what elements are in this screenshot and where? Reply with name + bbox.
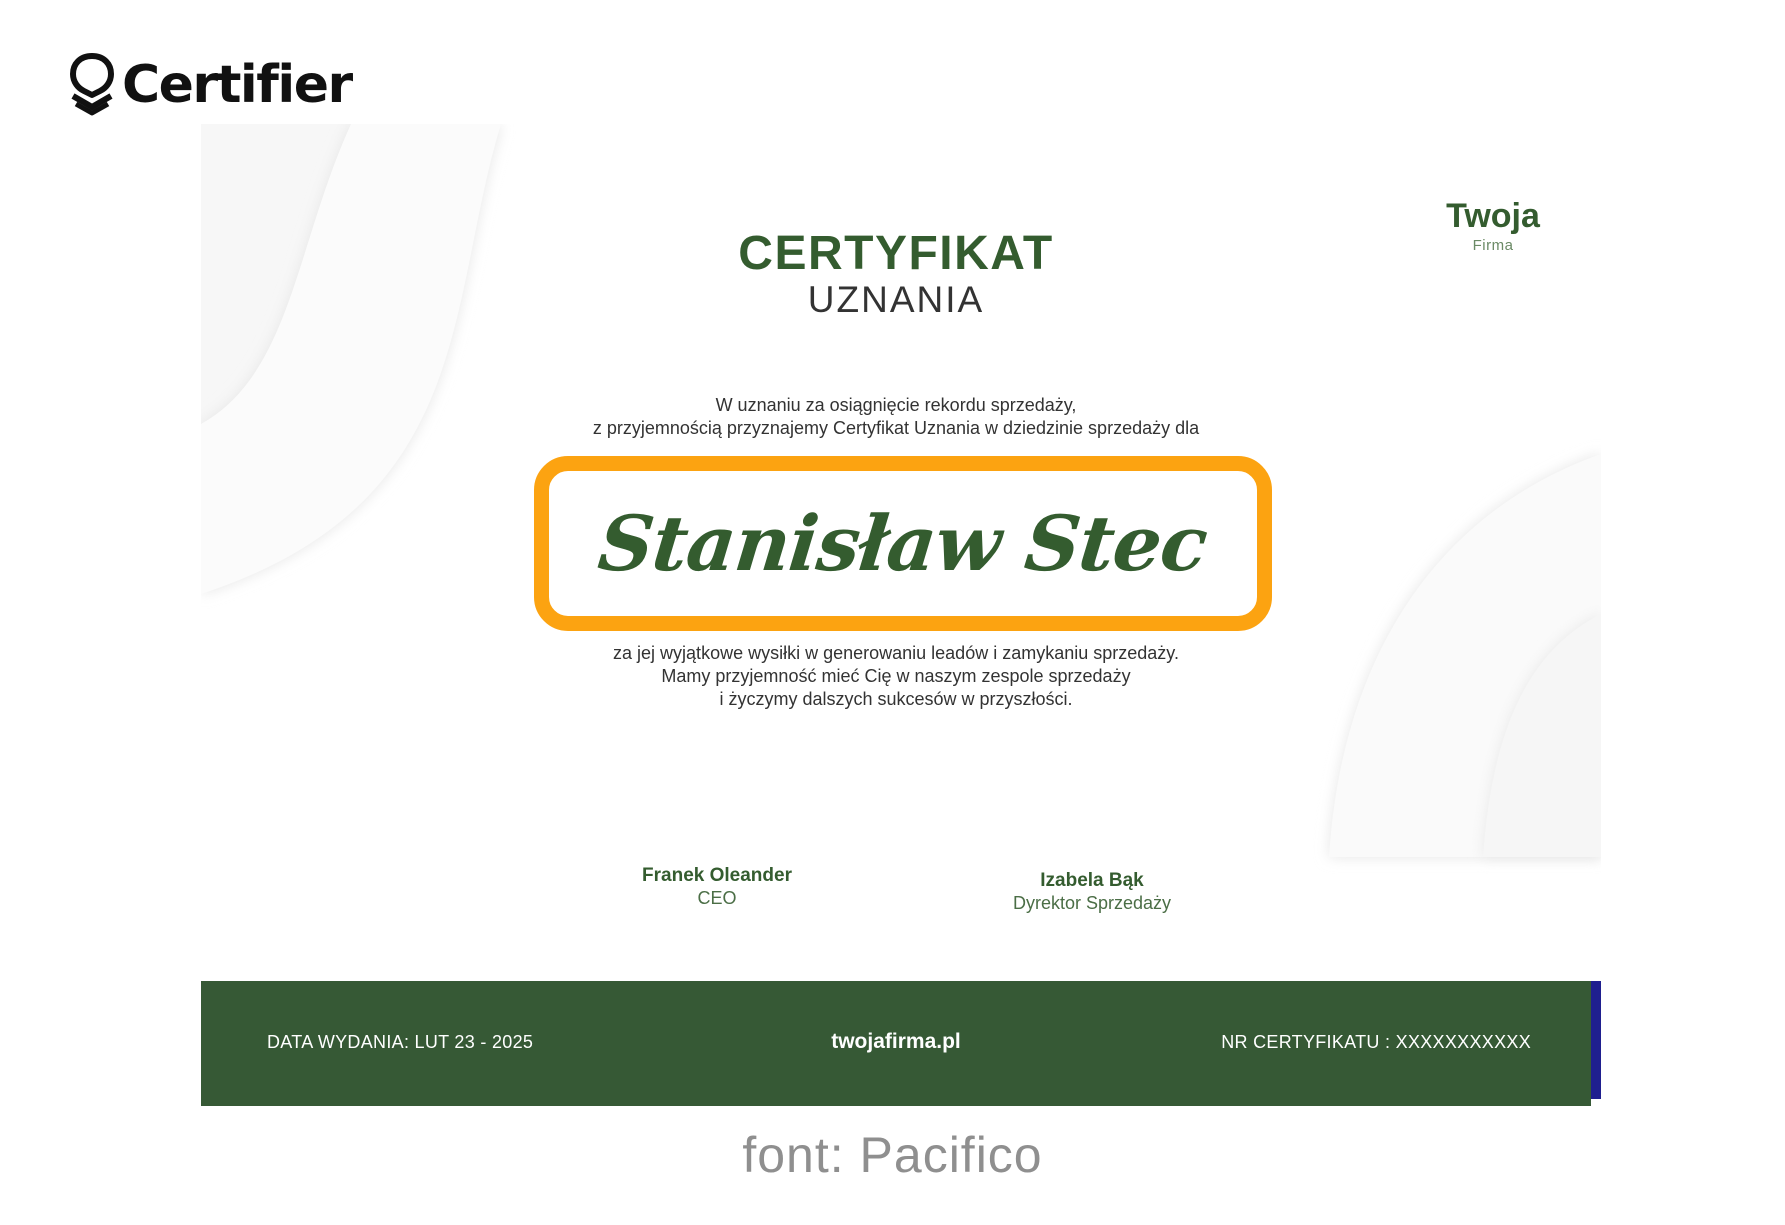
body-text: za jej wyjątkowe wysiłki w generowaniu l… <box>201 642 1591 711</box>
certifier-shield-icon <box>70 53 114 116</box>
title-sub: UZNANIA <box>807 278 985 320</box>
logo-text: Certifier <box>122 55 353 115</box>
body-line-1: za jej wyjątkowe wysiłki w generowaniu l… <box>613 643 1179 663</box>
certificate-number: NR CERTYFIKATU : XXXXXXXXXXX <box>1221 1032 1531 1052</box>
signer-name: Franek Oleander <box>642 865 792 886</box>
title-main: CERTYFIKAT <box>738 227 1054 280</box>
recipient-highlight-box: Stanisław Stec <box>534 456 1272 631</box>
intro-line-2: z przyjemnością przyznajemy Certyfikat U… <box>592 418 1200 438</box>
body-line-2: Mamy przyjemność mieć Cię w naszym zespo… <box>661 666 1131 686</box>
certificate: Twoja Firma CERTYFIKAT UZNANIA W uznaniu… <box>201 124 1601 1106</box>
font-caption: font: Pacifico <box>742 1127 1043 1183</box>
signature-ceo: Franek Oleander CEO <box>557 864 877 910</box>
intro-line-1: W uznaniu za osiągnięcie rekordu sprzeda… <box>715 395 1077 415</box>
signer-role: CEO <box>697 888 737 908</box>
signer-name: Izabela Bąk <box>1040 870 1144 891</box>
footer-accent-bar <box>1591 981 1601 1099</box>
signature-sales-director: Izabela Bąk Dyrektor Sprzedaży <box>932 869 1252 915</box>
intro-text: W uznaniu za osiągnięcie rekordu sprzeda… <box>201 394 1591 440</box>
certificate-title: CERTYFIKAT UZNANIA <box>201 227 1591 321</box>
certificate-footer: DATA WYDANIA: LUT 23 - 2025 twojafirma.p… <box>201 981 1591 1106</box>
signer-role: Dyrektor Sprzedaży <box>1012 893 1172 913</box>
recipient-name: Stanisław Stec <box>594 499 1212 588</box>
body-line-3: i życzymy dalszych sukcesów w przyszłośc… <box>719 689 1073 709</box>
certifier-logo: Certifier <box>68 52 353 118</box>
